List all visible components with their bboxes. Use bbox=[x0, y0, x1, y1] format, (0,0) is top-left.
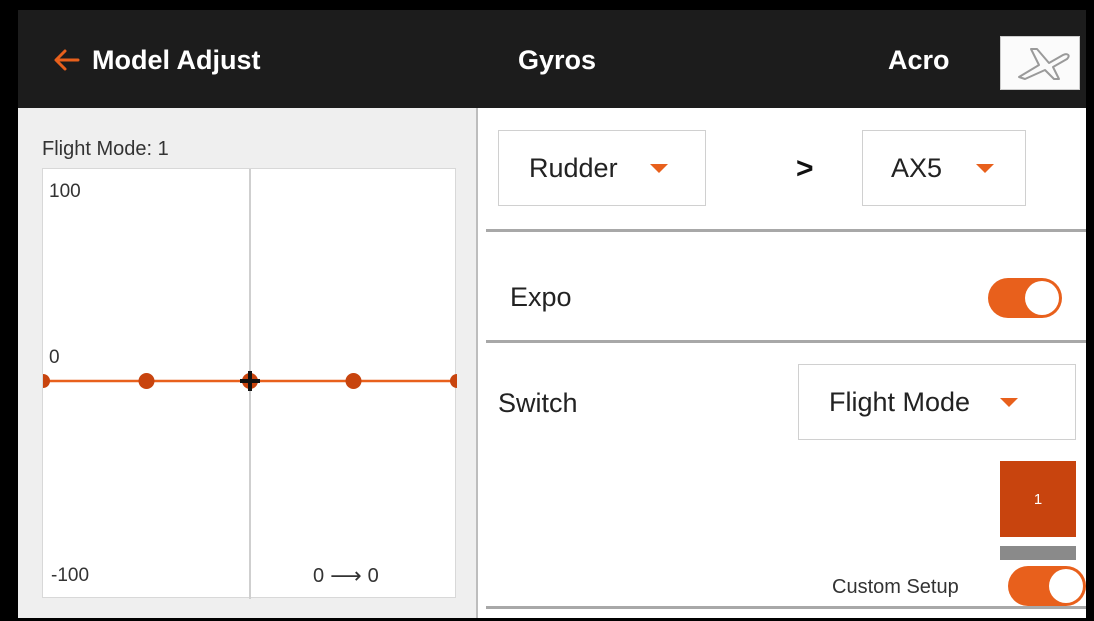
expo-label: Expo bbox=[510, 282, 572, 312]
target-channel-value: AX5 bbox=[891, 152, 943, 183]
divider bbox=[486, 606, 1086, 609]
panel-divider bbox=[476, 108, 478, 618]
curve-panel: Flight Mode: 1 100 0 -100 0 ⟶ 0 bbox=[18, 108, 476, 618]
divider bbox=[486, 340, 1086, 343]
curve-point bbox=[43, 374, 50, 388]
curve-point bbox=[450, 374, 457, 388]
readout-output: 0 bbox=[367, 564, 379, 587]
flight-mode-indicator[interactable]: 1 bbox=[1000, 461, 1076, 537]
right-arrow-icon: ⟶ bbox=[330, 563, 362, 588]
flight-mode-bar bbox=[1000, 546, 1076, 560]
top-bar: Model Adjust Gyros Acro bbox=[18, 10, 1086, 108]
chevron-down-icon bbox=[649, 163, 668, 173]
position-cursor-icon bbox=[240, 371, 260, 391]
chevron-down-icon bbox=[1000, 397, 1019, 407]
source-channel-value: Rudder bbox=[529, 152, 618, 183]
source-channel-dropdown[interactable]: Rudder bbox=[498, 130, 706, 206]
custom-setup-label: Custom Setup bbox=[832, 576, 959, 598]
curve-graph[interactable]: 100 0 -100 0 ⟶ 0 bbox=[42, 168, 457, 599]
y-axis-zero-label: 0 bbox=[49, 347, 60, 368]
toggle-knob bbox=[1049, 569, 1083, 603]
model-thumbnail[interactable] bbox=[1000, 36, 1080, 90]
back-label: Model Adjust bbox=[92, 44, 261, 75]
model-name: Acro bbox=[888, 45, 950, 75]
custom-setup-toggle[interactable] bbox=[1008, 566, 1086, 606]
toggle-knob bbox=[1025, 281, 1059, 315]
chevron-down-icon bbox=[976, 163, 995, 173]
switch-label: Switch bbox=[498, 388, 578, 418]
switch-value: Flight Mode bbox=[829, 386, 971, 417]
readout-input: 0 bbox=[313, 564, 325, 587]
flight-mode-label: Flight Mode: 1 bbox=[42, 138, 169, 160]
page-title: Gyros bbox=[518, 45, 597, 75]
divider bbox=[486, 229, 1086, 232]
curve-point bbox=[138, 373, 155, 389]
expo-toggle[interactable] bbox=[988, 278, 1062, 318]
airplane-icon bbox=[1018, 48, 1070, 80]
target-channel-dropdown[interactable]: AX5 bbox=[862, 130, 1026, 206]
input-output-readout: 0 ⟶ 0 bbox=[313, 563, 379, 589]
curve-point bbox=[345, 373, 362, 389]
curve-plot bbox=[43, 169, 457, 599]
back-arrow-icon bbox=[54, 49, 80, 71]
y-axis-max-label: 100 bbox=[49, 181, 81, 202]
switch-dropdown[interactable]: Flight Mode bbox=[798, 364, 1076, 440]
y-axis-min-label: -100 bbox=[51, 565, 90, 586]
channel-separator: > bbox=[796, 152, 814, 185]
back-button[interactable]: Model Adjust bbox=[52, 40, 261, 80]
